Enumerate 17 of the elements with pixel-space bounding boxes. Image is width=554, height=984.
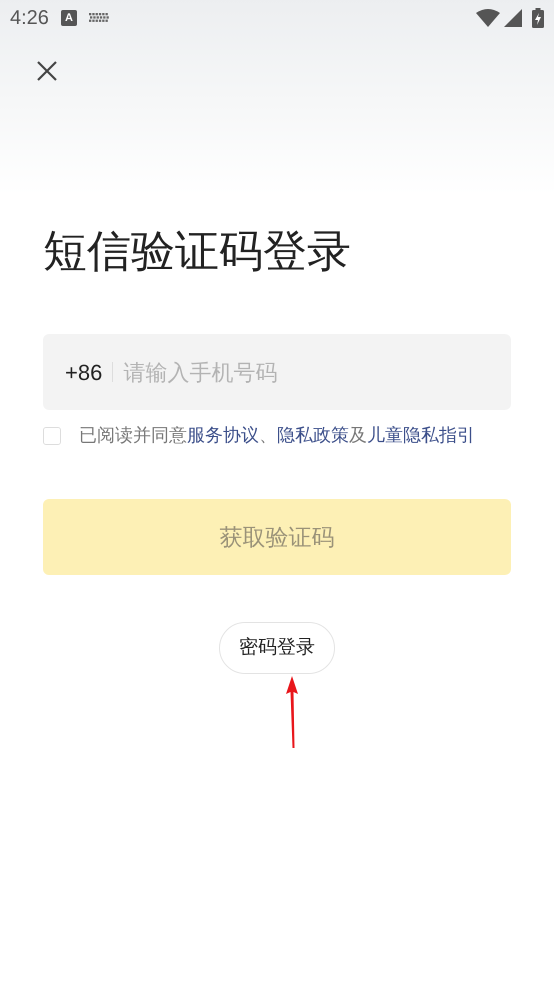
status-time: 4:26 [10,6,49,31]
keyboard-icon [88,13,109,23]
agreement-link[interactable]: 儿童隐私指引 [367,425,475,445]
agreement-checkbox[interactable] [43,426,61,444]
phone-number-field[interactable]: 请输入手机号码 [123,356,489,388]
country-code[interactable]: +86 [65,356,102,388]
page-title: 短信验证码登录 [43,226,352,278]
input-method-icon: A [60,10,77,26]
agreement-link[interactable]: 服务协议 [187,425,259,445]
phone-field[interactable]: +86 请输入手机号码 [43,334,511,410]
agreement-link[interactable]: 隐私政策 [277,425,349,445]
arrow-drawing [285,676,299,748]
battery-icon [532,8,544,28]
wifi-icon [476,9,500,27]
password-login-button[interactable]: 密码登录 [219,622,335,674]
agreement-text: 已阅读并同意服务协议、隐私政策及儿童隐私指引 [79,424,475,447]
signal-icon [504,9,522,27]
